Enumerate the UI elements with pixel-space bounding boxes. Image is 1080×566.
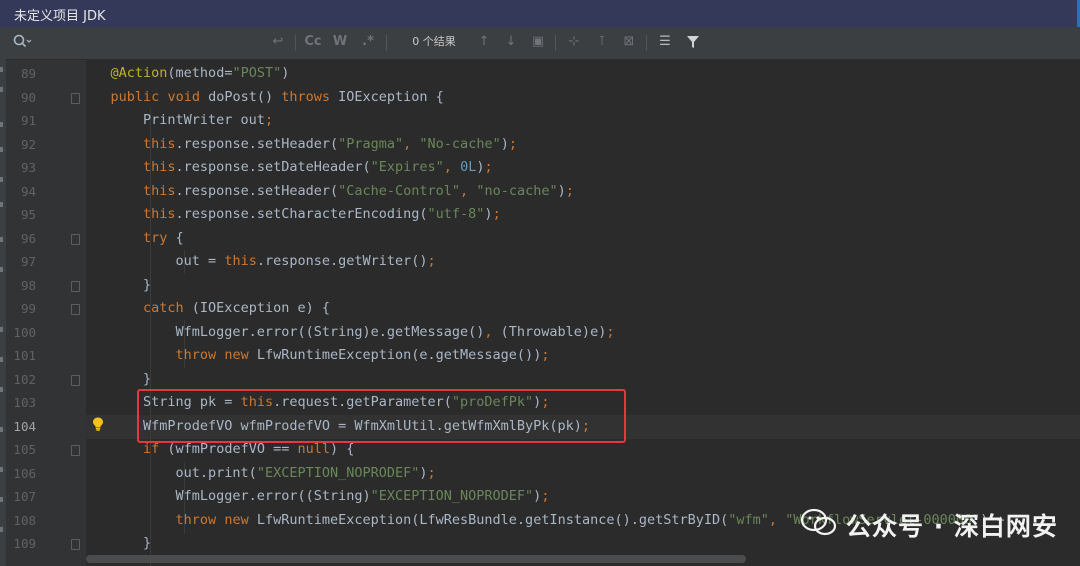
remove-occurrence-icon[interactable]: ⊺ — [591, 32, 613, 52]
code-line[interactable]: @Action(method="POST") — [78, 62, 290, 86]
line-number: 109 — [13, 536, 36, 551]
line-number: 104 — [13, 418, 36, 434]
line-number: 107 — [13, 489, 36, 504]
line-number: 96 — [20, 230, 36, 246]
line-number: 106 — [13, 465, 36, 481]
watermark: 公众号 · 深白网安 — [800, 505, 1058, 545]
watermark-text: 公众号 · 深白网安 — [846, 512, 1058, 541]
search-icon[interactable] — [12, 33, 32, 51]
line-number: 102 — [13, 371, 36, 387]
title-bar: 未定义项目 JDK — [0, 0, 1080, 27]
code-line[interactable]: PrintWriter out; — [78, 109, 273, 133]
new-line-icon[interactable]: ↩ — [268, 32, 288, 52]
code-line[interactable]: WfmLogger.error((String)"EXCEPTION_NOPRO… — [78, 485, 550, 509]
code-line[interactable]: } — [78, 532, 151, 556]
lightbulb-icon[interactable] — [92, 416, 104, 431]
add-occurrence-icon[interactable]: ⊹ — [563, 32, 585, 52]
line-number: 100 — [13, 324, 36, 340]
line-number: 97 — [20, 254, 36, 269]
code-line[interactable]: throw new LfwRuntimeException(e.getMessa… — [78, 344, 550, 368]
editor-gutter: 89 90 91 92 93 94 95 96 97 98 99 100 101 102 103 104 105… — [6, 60, 86, 566]
line-number: 103 — [13, 395, 36, 410]
code-line[interactable]: this.response.setHeader("Pragma", "No-ca… — [78, 133, 517, 157]
code-line[interactable]: out.print("EXCEPTION_NOPRODEF"); — [78, 462, 436, 486]
match-case-toggle[interactable]: Cc — [302, 32, 324, 52]
line-number: 94 — [20, 183, 36, 199]
highlight-box — [137, 389, 626, 443]
code-line[interactable]: } — [78, 274, 151, 298]
code-line[interactable]: catch (IOException e) { — [78, 297, 330, 321]
words-toggle[interactable]: W — [330, 32, 350, 52]
line-number: 99 — [20, 301, 36, 316]
regex-toggle[interactable]: .* — [358, 32, 378, 52]
open-window-icon[interactable]: ▣ — [528, 32, 548, 52]
code-line[interactable]: this.response.setDateHeader("Expires", 0… — [78, 156, 493, 180]
line-number: 89 — [20, 66, 36, 81]
code-line[interactable]: out = this.response.getWriter(); — [78, 250, 436, 274]
find-toolbar: ↩ Cc W .* 0 个结果 ↑ ↓ ▣ ⊹ ⊺ ⊠ ☰ — [6, 27, 1080, 60]
code-line[interactable]: try { — [78, 227, 184, 251]
arrow-up-icon[interactable]: ↑ — [474, 32, 494, 52]
line-number: 93 — [20, 160, 36, 175]
filter-lines-icon[interactable]: ☰ — [654, 32, 676, 52]
filter-icon[interactable] — [682, 32, 704, 52]
code-line[interactable]: } — [78, 368, 151, 392]
line-number: 90 — [20, 89, 36, 105]
wechat-icon — [800, 507, 838, 543]
line-number: 92 — [20, 136, 36, 152]
arrow-down-icon[interactable]: ↓ — [501, 32, 521, 52]
code-line[interactable]: public void doPost() throws IOException … — [78, 86, 444, 110]
line-number: 101 — [13, 348, 36, 363]
line-number: 108 — [13, 512, 36, 528]
line-number: 95 — [20, 207, 36, 222]
result-count: 0 个结果 — [412, 35, 456, 48]
code-editor[interactable]: @Action(method="POST") public void doPos… — [86, 60, 1080, 566]
horizontal-scrollbar[interactable] — [86, 555, 746, 563]
window-title: 未定义项目 JDK — [14, 9, 106, 24]
code-line[interactable]: this.response.setHeader("Cache-Control",… — [78, 180, 574, 204]
select-all-occurrences-icon[interactable]: ⊠ — [618, 32, 640, 52]
line-number: 91 — [20, 113, 36, 128]
line-number: 98 — [20, 277, 36, 293]
code-line[interactable]: this.response.setCharacterEncoding("utf-… — [78, 203, 501, 227]
line-number: 105 — [13, 442, 36, 457]
code-line[interactable]: WfmLogger.error((String)e.getMessage(), … — [78, 321, 615, 345]
